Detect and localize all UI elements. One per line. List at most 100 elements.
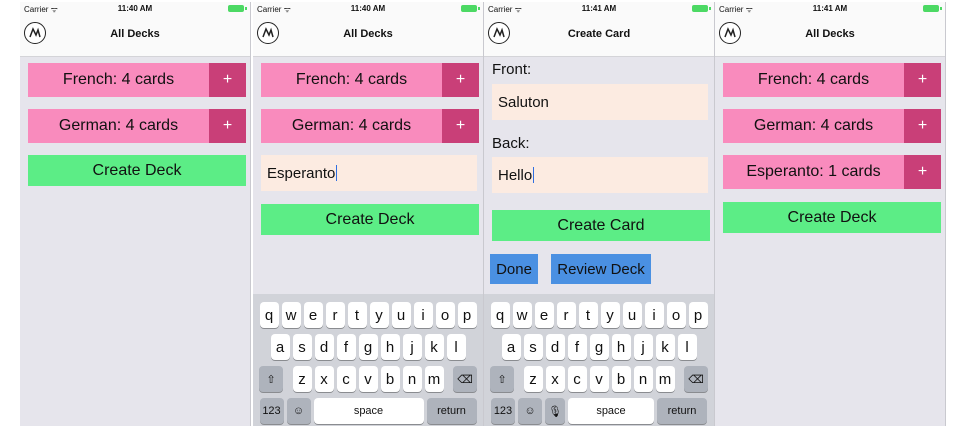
key-j[interactable]: j	[402, 334, 422, 360]
add-card-button[interactable]: +	[904, 63, 941, 97]
battery-icon	[461, 5, 480, 12]
key-z[interactable]: z	[292, 366, 312, 392]
key-s[interactable]: s	[523, 334, 543, 360]
key-m[interactable]: m	[424, 366, 444, 392]
key-x[interactable]: x	[314, 366, 334, 392]
key-b[interactable]: b	[611, 366, 631, 392]
key-o[interactable]: o	[666, 302, 686, 328]
add-card-button[interactable]: +	[442, 63, 479, 97]
add-card-button[interactable]: +	[442, 109, 479, 143]
done-button[interactable]: Done	[490, 254, 538, 284]
return-key[interactable]: return	[657, 398, 707, 424]
deck-name-button[interactable]: German: 4 cards	[28, 109, 209, 143]
add-card-button[interactable]: +	[904, 155, 941, 189]
phone-screen-4: Carrier ᯤ 11:41 AM All Decks French: 4 c…	[715, 2, 946, 426]
deck-name-button[interactable]: German: 4 cards	[723, 109, 904, 143]
return-key[interactable]: return	[426, 398, 477, 424]
shift-icon[interactable]: ⇧	[259, 366, 283, 392]
create-deck-button[interactable]: Create Deck	[723, 202, 941, 233]
numbers-key[interactable]: 123	[491, 398, 515, 424]
key-g[interactable]: g	[358, 334, 378, 360]
key-f[interactable]: f	[336, 334, 356, 360]
key-p[interactable]: p	[688, 302, 708, 328]
key-q[interactable]: q	[490, 302, 510, 328]
delete-icon[interactable]: ⌫	[453, 366, 477, 392]
space-key[interactable]: space	[313, 398, 424, 424]
back-input[interactable]: Hello	[492, 157, 708, 193]
emoji-icon[interactable]: ☺	[518, 398, 542, 424]
key-w[interactable]: w	[512, 302, 532, 328]
add-card-button[interactable]: +	[209, 109, 246, 143]
deck-name-button[interactable]: German: 4 cards	[261, 109, 442, 143]
key-d[interactable]: d	[314, 334, 334, 360]
space-key[interactable]: space	[568, 398, 654, 424]
key-o[interactable]: o	[435, 302, 455, 328]
key-y[interactable]: y	[600, 302, 620, 328]
key-i[interactable]: i	[644, 302, 664, 328]
add-card-button[interactable]: +	[904, 109, 941, 143]
key-x[interactable]: x	[545, 366, 565, 392]
key-r[interactable]: r	[325, 302, 345, 328]
key-q[interactable]: q	[259, 302, 279, 328]
status-bar: Carrier ᯤ 11:41 AM	[484, 2, 714, 16]
key-v[interactable]: v	[589, 366, 609, 392]
key-y[interactable]: y	[369, 302, 389, 328]
key-a[interactable]: a	[501, 334, 521, 360]
shift-icon[interactable]: ⇧	[490, 366, 514, 392]
delete-icon[interactable]: ⌫	[684, 366, 708, 392]
review-deck-button[interactable]: Review Deck	[551, 254, 651, 284]
deck-row[interactable]: French: 4 cards +	[28, 63, 246, 97]
key-w[interactable]: w	[281, 302, 301, 328]
key-i[interactable]: i	[413, 302, 433, 328]
deck-row[interactable]: German: 4 cards +	[261, 109, 479, 143]
emoji-icon[interactable]: ☺	[286, 398, 311, 424]
key-k[interactable]: k	[655, 334, 675, 360]
key-p[interactable]: p	[457, 302, 477, 328]
status-time: 11:40 AM	[350, 4, 386, 13]
deck-name-button[interactable]: French: 4 cards	[261, 63, 442, 97]
key-b[interactable]: b	[380, 366, 400, 392]
key-u[interactable]: u	[622, 302, 642, 328]
key-m[interactable]: m	[655, 366, 675, 392]
key-k[interactable]: k	[424, 334, 444, 360]
deck-name-button[interactable]: French: 4 cards	[28, 63, 209, 97]
key-t[interactable]: t	[347, 302, 367, 328]
create-deck-button[interactable]: Create Deck	[261, 204, 479, 235]
key-t[interactable]: t	[578, 302, 598, 328]
key-e[interactable]: e	[534, 302, 554, 328]
key-d[interactable]: d	[545, 334, 565, 360]
microphone-icon[interactable]: 🎙	[545, 398, 565, 424]
key-s[interactable]: s	[292, 334, 312, 360]
deck-row[interactable]: German: 4 cards +	[28, 109, 246, 143]
key-l[interactable]: l	[446, 334, 466, 360]
key-u[interactable]: u	[391, 302, 411, 328]
key-g[interactable]: g	[589, 334, 609, 360]
key-l[interactable]: l	[677, 334, 697, 360]
key-e[interactable]: e	[303, 302, 323, 328]
deck-name-button[interactable]: French: 4 cards	[723, 63, 904, 97]
deck-row[interactable]: Esperanto: 1 cards +	[723, 155, 941, 189]
key-n[interactable]: n	[633, 366, 653, 392]
battery-icon	[692, 5, 711, 12]
key-a[interactable]: a	[270, 334, 290, 360]
key-r[interactable]: r	[556, 302, 576, 328]
key-c[interactable]: c	[567, 366, 587, 392]
key-c[interactable]: c	[336, 366, 356, 392]
key-j[interactable]: j	[633, 334, 653, 360]
key-f[interactable]: f	[567, 334, 587, 360]
key-h[interactable]: h	[611, 334, 631, 360]
create-deck-button[interactable]: Create Deck	[28, 155, 246, 186]
key-v[interactable]: v	[358, 366, 378, 392]
numbers-key[interactable]: 123	[259, 398, 284, 424]
front-input[interactable]: Saluton	[492, 84, 708, 120]
deck-row[interactable]: French: 4 cards +	[723, 63, 941, 97]
add-card-button[interactable]: +	[209, 63, 246, 97]
deck-row[interactable]: French: 4 cards +	[261, 63, 479, 97]
key-h[interactable]: h	[380, 334, 400, 360]
key-z[interactable]: z	[523, 366, 543, 392]
deck-name-button[interactable]: Esperanto: 1 cards	[723, 155, 904, 189]
create-card-button[interactable]: Create Card	[492, 210, 710, 241]
new-deck-name-input[interactable]: Esperanto	[261, 155, 477, 191]
key-n[interactable]: n	[402, 366, 422, 392]
deck-row[interactable]: German: 4 cards +	[723, 109, 941, 143]
